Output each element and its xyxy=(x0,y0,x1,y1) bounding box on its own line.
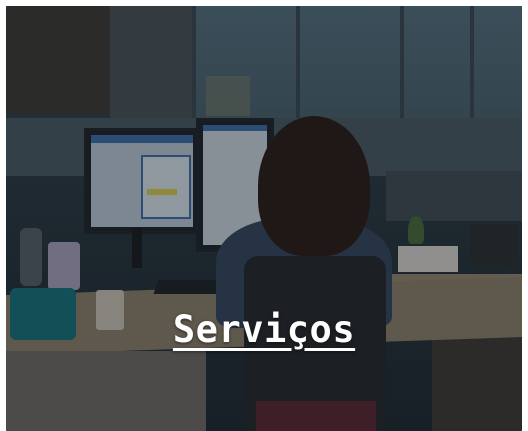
services-title-link[interactable]: Serviços xyxy=(6,308,522,351)
dark-overlay xyxy=(6,6,522,431)
services-card[interactable]: Serviços xyxy=(6,6,522,431)
